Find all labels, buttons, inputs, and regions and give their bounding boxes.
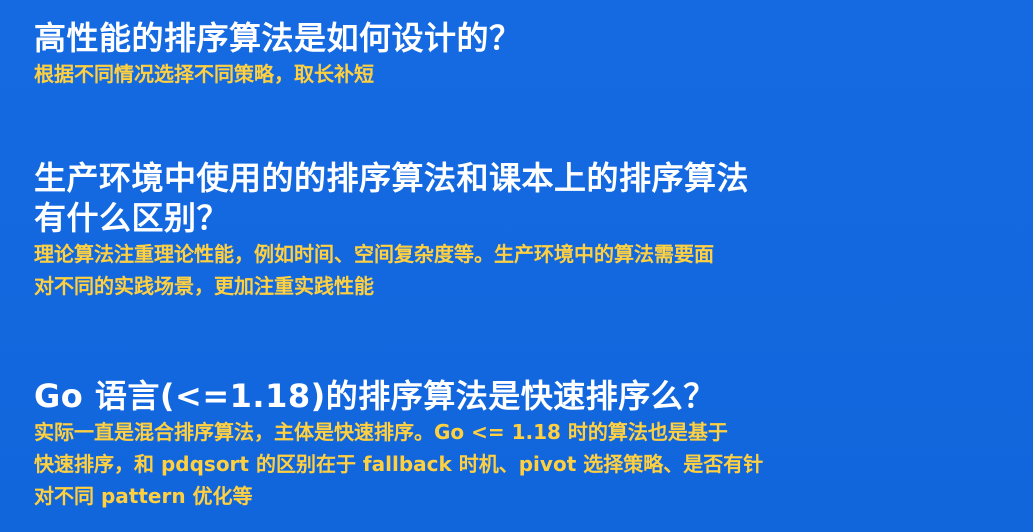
qa-block-1: 高性能的排序算法是如何设计的？ 根据不同情况选择不同策略，取长补短 xyxy=(34,18,1009,90)
answer-3-line-2: 快速排序，和 pdqsort 的区别在于 fallback 时机、pivot 选… xyxy=(34,452,764,476)
question-3: Go 语言(<=1.18)的排序算法是快速排序么？ xyxy=(34,377,716,415)
answer-2-line-2: 对不同的实践场景，更加注重实践性能 xyxy=(34,274,374,298)
answer-2-line-1: 理论算法注重理论性能，例如时间、空间复杂度等。生产环境中的算法需要面 xyxy=(34,242,714,266)
answer-3-line-3: 对不同 pattern 优化等 xyxy=(34,484,253,508)
answer-3-line-1: 实际一直是混合排序算法，主体是快速排序。Go <= 1.18 时的算法也是基于 xyxy=(34,420,728,444)
qa-block-3: Go 语言(<=1.18)的排序算法是快速排序么？ 实际一直是混合排序算法，主体… xyxy=(34,376,1009,512)
question-1: 高性能的排序算法是如何设计的？ xyxy=(34,19,522,57)
answer-1: 根据不同情况选择不同策略，取长补短 xyxy=(34,62,374,86)
question-2-line-1: 生产环境中使用的的排序算法和课本上的排序算法 xyxy=(34,159,750,197)
qa-block-2: 生产环境中使用的的排序算法和课本上的排序算法 有什么区别？ 理论算法注重理论性能… xyxy=(34,158,1009,302)
slide: 高性能的排序算法是如何设计的？ 根据不同情况选择不同策略，取长补短 生产环境中使… xyxy=(0,0,1033,532)
question-2-line-2: 有什么区别？ xyxy=(34,199,230,237)
